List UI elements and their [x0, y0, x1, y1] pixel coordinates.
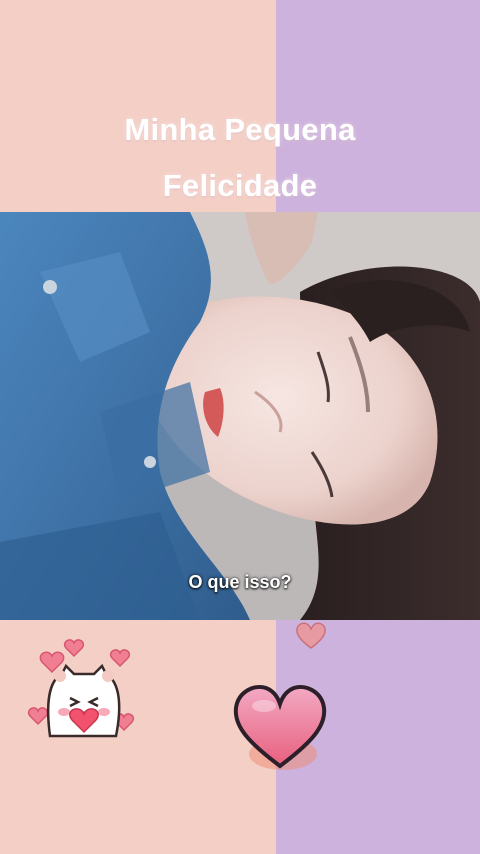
- small-heart-icon: [296, 622, 326, 649]
- video-subtitle: O que isso?: [188, 572, 292, 592]
- cat-with-hearts-icon: [27, 639, 135, 738]
- video-frame[interactable]: O que isso?: [0, 212, 480, 620]
- title-line-1: Minha Pequena: [124, 112, 356, 147]
- heart-icon: [233, 685, 327, 770]
- title-line-2: Felicidade: [162, 168, 318, 203]
- video-scene: [0, 212, 480, 620]
